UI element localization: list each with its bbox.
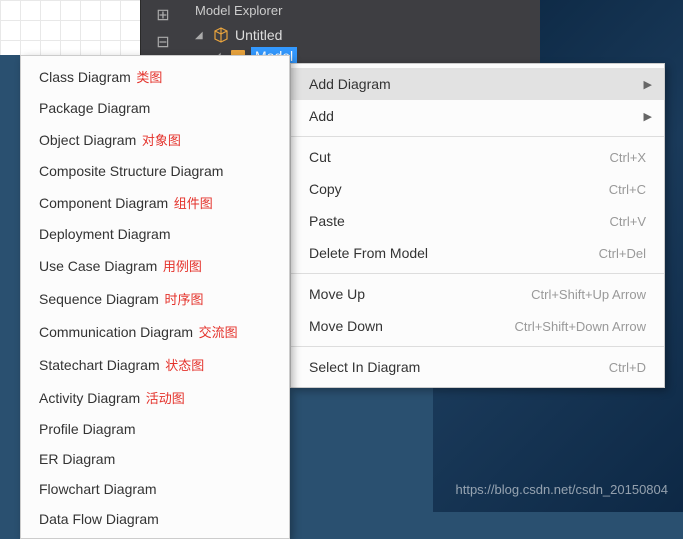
submenu-item-label: Activity Diagram <box>39 390 140 406</box>
submenu-item-label: Composite Structure Diagram <box>39 163 223 179</box>
tree-expand-icon: ◢ <box>195 30 207 41</box>
submenu-item-label: Component Diagram <box>39 195 168 211</box>
annotation-text: 组件图 <box>170 196 213 211</box>
menu-item-cut[interactable]: Cut Ctrl+X <box>291 141 664 173</box>
submenu-item-deployment-diagram[interactable]: Deployment Diagram <box>21 219 289 249</box>
annotation-text: 类图 <box>133 70 163 85</box>
submenu-item-label: Profile Diagram <box>39 421 135 437</box>
menu-shortcut: Ctrl+X <box>610 150 646 165</box>
submenu-item-statechart-diagram[interactable]: Statechart Diagram 状态图 <box>21 348 289 381</box>
menu-shortcut: Ctrl+D <box>609 360 646 375</box>
submenu-item-class-diagram[interactable]: Class Diagram 类图 <box>21 60 289 93</box>
canvas-grid <box>0 0 140 55</box>
menu-item-add[interactable]: Add ▶ <box>291 100 664 132</box>
menu-item-label: Add <box>309 108 334 124</box>
annotation-text: 状态图 <box>162 358 205 373</box>
submenu-item-flowchart-diagram[interactable]: Flowchart Diagram <box>21 474 289 504</box>
submenu-item-data-flow-diagram[interactable]: Data Flow Diagram <box>21 504 289 534</box>
add-diagram-submenu: Class Diagram 类图 Package Diagram Object Di… <box>20 55 290 539</box>
menu-item-delete-from-model[interactable]: Delete From Model Ctrl+Del <box>291 237 664 269</box>
tree-root-item[interactable]: ◢ Untitled <box>195 25 297 45</box>
annotation-text: 用例图 <box>159 259 202 274</box>
submenu-arrow-icon: ▶ <box>644 110 652 123</box>
menu-shortcut: Ctrl+Shift+Down Arrow <box>515 319 647 334</box>
panel-title: Model Explorer <box>195 3 282 18</box>
annotation-text: 对象图 <box>138 133 181 148</box>
menu-item-label: Cut <box>309 149 331 165</box>
menu-item-move-up[interactable]: Move Up Ctrl+Shift+Up Arrow <box>291 278 664 310</box>
menu-item-add-diagram[interactable]: Add Diagram ▶ <box>291 68 664 100</box>
view-icon-2[interactable]: ⊟ <box>151 30 175 54</box>
submenu-item-label: Deployment Diagram <box>39 226 171 242</box>
submenu-item-label: Flowchart Diagram <box>39 481 156 497</box>
submenu-item-package-diagram[interactable]: Package Diagram <box>21 93 289 123</box>
submenu-item-sequence-diagram[interactable]: Sequence Diagram 时序图 <box>21 282 289 315</box>
submenu-item-composite-structure-diagram[interactable]: Composite Structure Diagram <box>21 156 289 186</box>
menu-separator <box>291 346 664 347</box>
submenu-item-use-case-diagram[interactable]: Use Case Diagram 用例图 <box>21 249 289 282</box>
submenu-item-label: Sequence Diagram <box>39 291 159 307</box>
menu-item-label: Delete From Model <box>309 245 428 261</box>
submenu-item-label: Use Case Diagram <box>39 258 157 274</box>
menu-item-label: Copy <box>309 181 342 197</box>
submenu-item-label: ER Diagram <box>39 451 115 467</box>
menu-item-select-in-diagram[interactable]: Select In Diagram Ctrl+D <box>291 351 664 383</box>
annotation-text: 交流图 <box>195 325 238 340</box>
annotation-text: 活动图 <box>142 391 185 406</box>
watermark: https://blog.csdn.net/csdn_20150804 <box>456 482 669 497</box>
menu-shortcut: Ctrl+Shift+Up Arrow <box>531 287 646 302</box>
submenu-item-label: Object Diagram <box>39 132 136 148</box>
cube-icon <box>213 27 229 43</box>
submenu-item-label: Package Diagram <box>39 100 150 116</box>
submenu-item-profile-diagram[interactable]: Profile Diagram <box>21 414 289 444</box>
menu-item-label: Add Diagram <box>309 76 391 92</box>
submenu-item-object-diagram[interactable]: Object Diagram 对象图 <box>21 123 289 156</box>
menu-separator <box>291 273 664 274</box>
menu-item-paste[interactable]: Paste Ctrl+V <box>291 205 664 237</box>
menu-separator <box>291 136 664 137</box>
menu-item-label: Move Up <box>309 286 365 302</box>
menu-item-label: Select In Diagram <box>309 359 420 375</box>
submenu-arrow-icon: ▶ <box>644 78 652 91</box>
menu-item-copy[interactable]: Copy Ctrl+C <box>291 173 664 205</box>
menu-shortcut: Ctrl+C <box>609 182 646 197</box>
menu-item-label: Move Down <box>309 318 383 334</box>
menu-shortcut: Ctrl+Del <box>599 246 646 261</box>
submenu-item-label: Statechart Diagram <box>39 357 160 373</box>
submenu-item-label: Data Flow Diagram <box>39 511 159 527</box>
submenu-item-activity-diagram[interactable]: Activity Diagram 活动图 <box>21 381 289 414</box>
submenu-item-label: Class Diagram <box>39 69 131 85</box>
submenu-item-component-diagram[interactable]: Component Diagram 组件图 <box>21 186 289 219</box>
annotation-text: 时序图 <box>161 292 204 307</box>
menu-item-move-down[interactable]: Move Down Ctrl+Shift+Down Arrow <box>291 310 664 342</box>
submenu-item-label: Communication Diagram <box>39 324 193 340</box>
submenu-item-communication-diagram[interactable]: Communication Diagram 交流图 <box>21 315 289 348</box>
menu-shortcut: Ctrl+V <box>610 214 646 229</box>
tree-root-label: Untitled <box>235 27 282 43</box>
view-icon-1[interactable]: ⊞ <box>151 3 175 27</box>
menu-item-label: Paste <box>309 213 345 229</box>
context-menu: Add Diagram ▶ Add ▶ Cut Ctrl+X Copy Ctrl+C Paste… <box>290 63 665 388</box>
submenu-item-er-diagram[interactable]: ER Diagram <box>21 444 289 474</box>
